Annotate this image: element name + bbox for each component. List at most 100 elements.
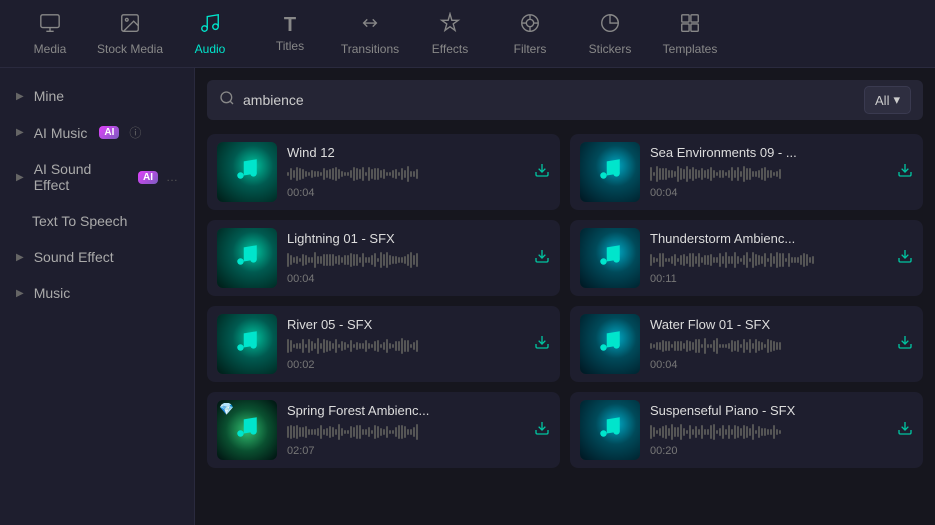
filter-chevron-icon: ▾ bbox=[893, 92, 900, 108]
media-icon bbox=[39, 12, 61, 38]
card-thumbnail-spring-forest-ambienc: 💎 bbox=[217, 400, 277, 460]
card-title-spring-forest-ambienc: Spring Forest Ambienc... bbox=[287, 403, 524, 418]
sidebar-item-text-to-speech[interactable]: Text To Speech bbox=[0, 203, 194, 239]
music-note-icon bbox=[234, 156, 260, 188]
card-title-water-flow-01-sfx: Water Flow 01 - SFX bbox=[650, 317, 887, 332]
sidebar: ▶ Mine ▶ AI Music AI ⓘ ▶ AI Sound Effect… bbox=[0, 68, 195, 525]
download-button-thunderstorm-ambienc[interactable] bbox=[897, 248, 913, 269]
card-waveform-spring-forest-ambienc bbox=[287, 423, 524, 441]
mine-chevron: ▶ bbox=[16, 91, 24, 102]
nav-item-stickers[interactable]: Stickers bbox=[570, 0, 650, 68]
music-note-icon bbox=[597, 414, 623, 446]
nav-item-transitions[interactable]: Transitions bbox=[330, 0, 410, 68]
download-button-river-05-sfx[interactable] bbox=[534, 334, 550, 355]
sidebar-item-sound-effect[interactable]: ▶ Sound Effect bbox=[0, 239, 194, 275]
card-duration-suspenseful-piano-sfx: 00:20 bbox=[650, 445, 887, 457]
download-button-spring-forest-ambienc[interactable] bbox=[534, 420, 550, 441]
gem-badge: 💎 bbox=[219, 402, 234, 416]
card-title-river-05-sfx: River 05 - SFX bbox=[287, 317, 524, 332]
ai-music-label: AI Music bbox=[34, 125, 88, 141]
card-thumbnail-wind-12 bbox=[217, 142, 277, 202]
card-thumbnail-lightning-01-sfx bbox=[217, 228, 277, 288]
download-button-suspenseful-piano-sfx[interactable] bbox=[897, 420, 913, 441]
nav-item-filters[interactable]: Filters bbox=[490, 0, 570, 68]
search-bar: All ▾ bbox=[207, 80, 923, 120]
card-info-lightning-01-sfx: Lightning 01 - SFX 00:04 bbox=[287, 231, 524, 285]
sidebar-item-ai-sound-effect[interactable]: ▶ AI Sound Effect AI … bbox=[0, 151, 194, 203]
templates-icon bbox=[679, 12, 701, 38]
effects-label: Effects bbox=[432, 42, 468, 56]
card-duration-sea-environments-09: 00:04 bbox=[650, 187, 887, 199]
download-button-lightning-01-sfx[interactable] bbox=[534, 248, 550, 269]
sidebar-item-ai-music[interactable]: ▶ AI Music AI ⓘ bbox=[0, 114, 194, 151]
audio-grid: Wind 12 00:04 Sea Environments 09 - ... … bbox=[207, 134, 923, 468]
card-info-water-flow-01-sfx: Water Flow 01 - SFX 00:04 bbox=[650, 317, 887, 371]
search-input[interactable] bbox=[243, 92, 856, 108]
card-waveform-wind-12 bbox=[287, 165, 524, 183]
ai-sound-effect-dots: … bbox=[166, 170, 178, 184]
sidebar-item-mine[interactable]: ▶ Mine bbox=[0, 78, 194, 114]
main-area: ▶ Mine ▶ AI Music AI ⓘ ▶ AI Sound Effect… bbox=[0, 68, 935, 525]
ai-music-info-icon: ⓘ bbox=[129, 124, 141, 141]
download-button-sea-environments-09[interactable] bbox=[897, 162, 913, 183]
card-info-thunderstorm-ambienc: Thunderstorm Ambienc... 00:11 bbox=[650, 231, 887, 285]
card-title-wind-12: Wind 12 bbox=[287, 145, 524, 160]
card-waveform-lightning-01-sfx bbox=[287, 251, 524, 269]
nav-item-media[interactable]: Media bbox=[10, 0, 90, 68]
card-waveform-suspenseful-piano-sfx bbox=[650, 423, 887, 441]
audio-icon bbox=[199, 12, 221, 38]
top-navigation: Media Stock Media Audio T Titles Transit… bbox=[0, 0, 935, 68]
audio-card-river-05-sfx[interactable]: River 05 - SFX 00:02 bbox=[207, 306, 560, 382]
sound-effect-label: Sound Effect bbox=[34, 249, 114, 265]
card-info-wind-12: Wind 12 00:04 bbox=[287, 145, 524, 199]
music-note-icon bbox=[597, 156, 623, 188]
nav-item-stock-media[interactable]: Stock Media bbox=[90, 0, 170, 68]
card-title-lightning-01-sfx: Lightning 01 - SFX bbox=[287, 231, 524, 246]
download-button-wind-12[interactable] bbox=[534, 162, 550, 183]
audio-card-water-flow-01-sfx[interactable]: Water Flow 01 - SFX 00:04 bbox=[570, 306, 923, 382]
transitions-icon bbox=[359, 12, 381, 38]
card-title-thunderstorm-ambienc: Thunderstorm Ambienc... bbox=[650, 231, 887, 246]
audio-card-sea-environments-09[interactable]: Sea Environments 09 - ... 00:04 bbox=[570, 134, 923, 210]
filters-label: Filters bbox=[514, 42, 547, 56]
card-duration-river-05-sfx: 00:02 bbox=[287, 359, 524, 371]
text-to-speech-label: Text To Speech bbox=[32, 213, 127, 229]
stickers-icon bbox=[599, 12, 621, 38]
music-chevron: ▶ bbox=[16, 288, 24, 299]
card-thumbnail-river-05-sfx bbox=[217, 314, 277, 374]
transitions-label: Transitions bbox=[341, 42, 399, 56]
mine-label: Mine bbox=[34, 88, 64, 104]
card-thumbnail-suspenseful-piano-sfx bbox=[580, 400, 640, 460]
nav-item-effects[interactable]: Effects bbox=[410, 0, 490, 68]
audio-card-lightning-01-sfx[interactable]: Lightning 01 - SFX 00:04 bbox=[207, 220, 560, 296]
card-thumbnail-water-flow-01-sfx bbox=[580, 314, 640, 374]
audio-card-thunderstorm-ambienc[interactable]: Thunderstorm Ambienc... 00:11 bbox=[570, 220, 923, 296]
card-duration-wind-12: 00:04 bbox=[287, 187, 524, 199]
filters-icon bbox=[519, 12, 541, 38]
audio-card-spring-forest-ambienc[interactable]: 💎 Spring Forest Ambienc... 02:07 bbox=[207, 392, 560, 468]
stock-media-icon bbox=[119, 12, 141, 38]
content-area: All ▾ Wind 12 00:04 bbox=[195, 68, 935, 525]
music-note-icon bbox=[597, 242, 623, 274]
audio-card-wind-12[interactable]: Wind 12 00:04 bbox=[207, 134, 560, 210]
ai-sound-effect-chevron: ▶ bbox=[16, 172, 24, 183]
titles-label: Titles bbox=[276, 39, 304, 53]
card-duration-lightning-01-sfx: 00:04 bbox=[287, 273, 524, 285]
ai-sound-effect-label: AI Sound Effect bbox=[34, 161, 126, 193]
filter-dropdown[interactable]: All ▾ bbox=[864, 86, 911, 114]
media-label: Media bbox=[34, 42, 67, 56]
filter-label: All bbox=[875, 93, 889, 108]
music-note-icon bbox=[234, 328, 260, 360]
nav-item-templates[interactable]: Templates bbox=[650, 0, 730, 68]
audio-card-suspenseful-piano-sfx[interactable]: Suspenseful Piano - SFX 00:20 bbox=[570, 392, 923, 468]
titles-icon: T bbox=[284, 15, 296, 35]
download-button-water-flow-01-sfx[interactable] bbox=[897, 334, 913, 355]
nav-item-titles[interactable]: T Titles bbox=[250, 0, 330, 68]
nav-item-audio[interactable]: Audio bbox=[170, 0, 250, 68]
card-waveform-thunderstorm-ambienc bbox=[650, 251, 887, 269]
card-waveform-river-05-sfx bbox=[287, 337, 524, 355]
sidebar-item-music[interactable]: ▶ Music bbox=[0, 275, 194, 311]
music-note-icon bbox=[597, 328, 623, 360]
card-info-spring-forest-ambienc: Spring Forest Ambienc... 02:07 bbox=[287, 403, 524, 457]
audio-label: Audio bbox=[195, 42, 226, 56]
